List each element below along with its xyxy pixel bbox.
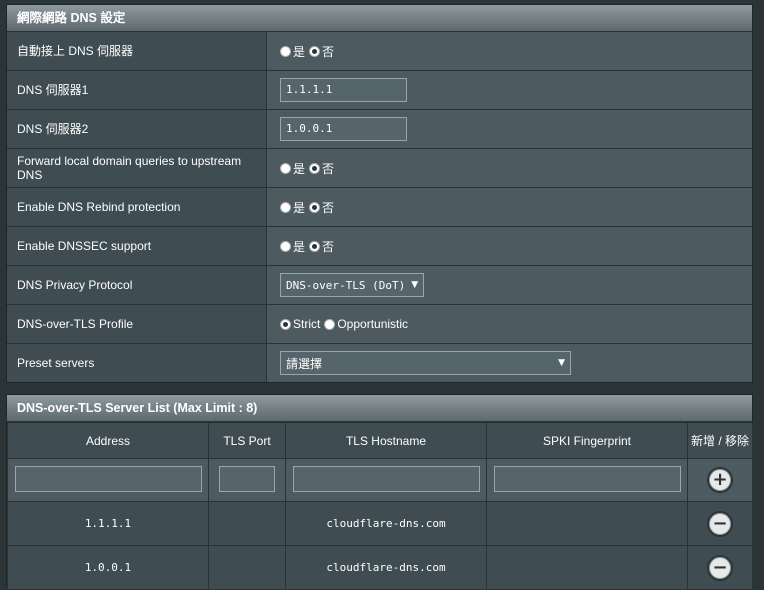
tls-port-header: TLS Port bbox=[208, 422, 286, 459]
dns2-input[interactable]: 1.0.0.1 bbox=[280, 117, 407, 141]
server-list-table: Address TLS Port TLS Hostname SPKI Finge… bbox=[7, 422, 753, 590]
tls-profile-label: DNS-over-TLS Profile bbox=[7, 305, 267, 343]
tls-hostname-input[interactable] bbox=[292, 465, 480, 492]
dnssec-row: Enable DNSSEC support 是 否 bbox=[7, 227, 752, 266]
address-input[interactable] bbox=[14, 465, 202, 492]
server-address: 1.0.0.1 bbox=[7, 545, 209, 590]
forward-local-label: Forward local domain queries to upstream… bbox=[7, 149, 267, 187]
rebind-yes-radio[interactable]: 是 bbox=[280, 199, 305, 216]
add-remove-header: 新增 / 移除 bbox=[687, 422, 753, 459]
rebind-radio-group: 是 否 bbox=[280, 199, 338, 216]
dns1-input[interactable]: 1.1.1.1 bbox=[280, 78, 407, 102]
wan-dns-panel: 網際網路 DNS 設定 自動接上 DNS 伺服器 是 否 DNS 伺服器1 1.… bbox=[6, 4, 753, 383]
auto-dns-label: 自動接上 DNS 伺服器 bbox=[7, 32, 267, 70]
dnssec-label: Enable DNSSEC support bbox=[7, 227, 267, 265]
add-icon[interactable]: + bbox=[707, 467, 733, 493]
chevron-down-icon: ▼ bbox=[558, 358, 565, 368]
dns1-label: DNS 伺服器1 bbox=[7, 71, 267, 109]
tls-profile-opportunistic-radio[interactable]: Opportunistic bbox=[324, 317, 408, 331]
table-row: 1.0.0.1 cloudflare-dns.com − bbox=[7, 545, 753, 590]
dnssec-no-radio[interactable]: 否 bbox=[309, 238, 334, 255]
chevron-down-icon: ▼ bbox=[411, 280, 419, 290]
privacy-protocol-row: DNS Privacy Protocol DNS-over-TLS (DoT) … bbox=[7, 266, 752, 305]
spki-input[interactable] bbox=[493, 465, 681, 492]
server-hostname: cloudflare-dns.com bbox=[285, 501, 487, 546]
tls-port-input[interactable] bbox=[219, 465, 275, 492]
privacy-protocol-label: DNS Privacy Protocol bbox=[7, 266, 267, 304]
server-port bbox=[208, 545, 286, 590]
forward-local-yes-radio[interactable]: 是 bbox=[280, 160, 305, 177]
preset-servers-select[interactable]: 請選擇 ▼ bbox=[280, 351, 571, 375]
auto-dns-radio-group: 是 否 bbox=[280, 43, 338, 60]
tls-hostname-header: TLS Hostname bbox=[285, 422, 487, 459]
remove-icon[interactable]: − bbox=[707, 510, 733, 537]
server-port bbox=[208, 501, 286, 546]
table-row: 1.1.1.1 cloudflare-dns.com − bbox=[7, 501, 753, 546]
server-list-title: DNS-over-TLS Server List (Max Limit : 8) bbox=[7, 395, 752, 422]
wan-dns-panel-title: 網際網路 DNS 設定 bbox=[7, 5, 752, 32]
remove-icon[interactable]: − bbox=[707, 554, 733, 581]
new-server-input-row: + bbox=[7, 458, 753, 502]
dnssec-yes-radio[interactable]: 是 bbox=[280, 238, 305, 255]
address-header: Address bbox=[7, 422, 209, 459]
privacy-protocol-select[interactable]: DNS-over-TLS (DoT) ▼ bbox=[280, 273, 425, 297]
preset-servers-row: Preset servers 請選擇 ▼ bbox=[7, 344, 752, 382]
rebind-row: Enable DNS Rebind protection 是 否 bbox=[7, 188, 752, 227]
tls-profile-strict-radio[interactable]: Strict bbox=[280, 317, 320, 331]
server-spki bbox=[486, 501, 688, 546]
tls-profile-row: DNS-over-TLS Profile Strict Opportunisti… bbox=[7, 305, 752, 344]
privacy-protocol-value: DNS-over-TLS (DoT) bbox=[286, 278, 406, 292]
preset-servers-value: 請選擇 bbox=[286, 356, 323, 371]
auto-dns-row: 自動接上 DNS 伺服器 是 否 bbox=[7, 32, 752, 71]
dns2-label: DNS 伺服器2 bbox=[7, 110, 267, 148]
tls-profile-radio-group: Strict Opportunistic bbox=[280, 317, 412, 331]
dns2-row: DNS 伺服器2 1.0.0.1 bbox=[7, 110, 752, 149]
server-hostname: cloudflare-dns.com bbox=[285, 545, 487, 590]
server-spki bbox=[486, 545, 688, 590]
rebind-no-radio[interactable]: 否 bbox=[309, 199, 334, 216]
dns1-row: DNS 伺服器1 1.1.1.1 bbox=[7, 71, 752, 110]
forward-local-no-radio[interactable]: 否 bbox=[309, 160, 334, 177]
spki-header: SPKI Fingerprint bbox=[486, 422, 688, 459]
forward-local-row: Forward local domain queries to upstream… bbox=[7, 149, 752, 188]
rebind-label: Enable DNS Rebind protection bbox=[7, 188, 267, 226]
forward-local-radio-group: 是 否 bbox=[280, 160, 338, 177]
auto-dns-no-radio[interactable]: 否 bbox=[309, 43, 334, 60]
dnssec-radio-group: 是 否 bbox=[280, 238, 338, 255]
server-list-panel: DNS-over-TLS Server List (Max Limit : 8)… bbox=[6, 394, 753, 590]
preset-servers-label: Preset servers bbox=[7, 344, 267, 382]
auto-dns-yes-radio[interactable]: 是 bbox=[280, 43, 305, 60]
server-address: 1.1.1.1 bbox=[7, 501, 209, 546]
